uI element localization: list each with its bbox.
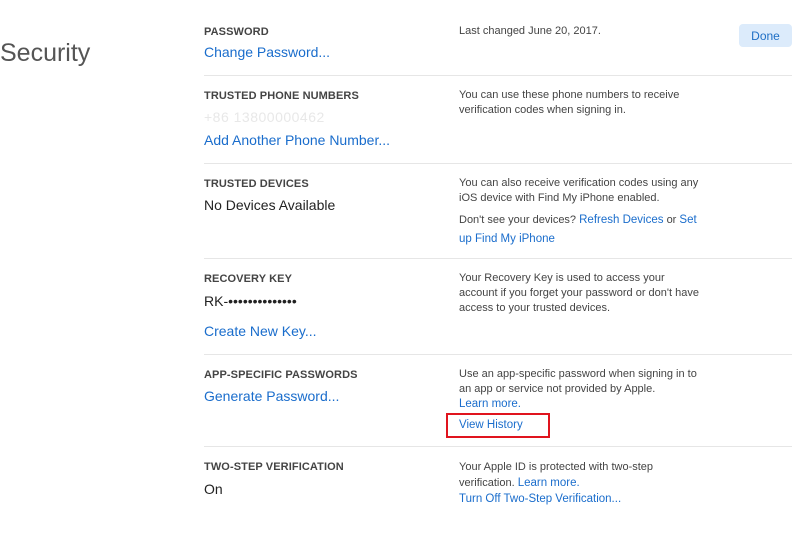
recovery-key-value: RK-•••••••••••••• xyxy=(204,293,297,309)
trusted-devices-desc: You can also receive verification codes … xyxy=(459,177,699,204)
app-passwords-label: APP-SPECIFIC PASSWORDS xyxy=(204,369,358,381)
password-last-changed: Last changed June 20, 2017. xyxy=(459,25,601,37)
change-password-link[interactable]: Change Password... xyxy=(204,44,330,60)
page-title: Security xyxy=(0,38,91,67)
two-step-desc: Your Apple ID is protected with two-step… xyxy=(459,459,699,507)
refresh-devices-link[interactable]: Refresh Devices xyxy=(579,214,663,226)
two-step-learn-more-link[interactable]: Learn more. xyxy=(518,477,580,489)
trusted-devices-value: No Devices Available xyxy=(204,197,336,213)
two-step-label: TWO-STEP VERIFICATION xyxy=(204,461,344,473)
app-passwords-desc: Use an app-specific password when signin… xyxy=(459,367,699,412)
app-passwords-learn-more-link[interactable]: Learn more. xyxy=(459,398,521,410)
generate-password-link[interactable]: Generate Password... xyxy=(204,388,339,404)
view-history-link[interactable]: View History xyxy=(459,419,523,431)
recovery-key-desc: Your Recovery Key is used to access your… xyxy=(459,272,699,314)
phone-number: +86 13800000462 xyxy=(204,109,325,125)
trusted-phones-section: TRUSTED PHONE NUMBERS +86 13800000462 Ad… xyxy=(204,75,792,163)
recovery-key-label: RECOVERY KEY xyxy=(204,273,293,285)
app-specific-passwords-section: APP-SPECIFIC PASSWORDS Generate Password… xyxy=(204,354,792,446)
recovery-key-section: RECOVERY KEY RK-•••••••••••••• Create Ne… xyxy=(204,258,792,354)
trusted-devices-help: Don't see your devices? Refresh Devices … xyxy=(459,211,699,249)
password-section: PASSWORD Change Password... Last changed… xyxy=(204,0,792,75)
app-passwords-desc-text: Use an app-specific password when signin… xyxy=(459,368,697,395)
trusted-devices-section: TRUSTED DEVICES No Devices Available You… xyxy=(204,163,792,258)
two-step-value: On xyxy=(204,481,223,497)
or-text: or xyxy=(666,214,677,226)
trusted-phones-desc: You can use these phone numbers to recei… xyxy=(459,89,680,116)
create-new-key-link[interactable]: Create New Key... xyxy=(204,323,317,339)
password-label: PASSWORD xyxy=(204,26,269,38)
add-phone-number-link[interactable]: Add Another Phone Number... xyxy=(204,132,390,148)
turn-off-two-step-link[interactable]: Turn Off Two-Step Verification... xyxy=(459,493,621,505)
trusted-phones-label: TRUSTED PHONE NUMBERS xyxy=(204,90,359,102)
two-step-section: TWO-STEP VERIFICATION On Your Apple ID i… xyxy=(204,446,792,540)
trusted-devices-label: TRUSTED DEVICES xyxy=(204,178,309,190)
devices-prompt: Don't see your devices? xyxy=(459,214,577,226)
